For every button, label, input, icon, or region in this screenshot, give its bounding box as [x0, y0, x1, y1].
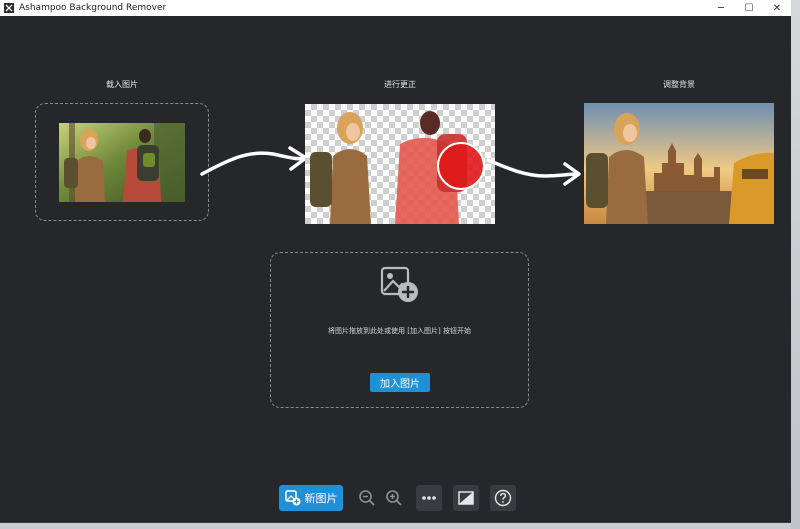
new-image-label: 新图片 — [304, 492, 338, 505]
more-icon — [422, 496, 436, 500]
zoom-in-button[interactable] — [381, 485, 407, 511]
arrow-icon-2 — [486, 158, 581, 186]
correction-photo — [305, 104, 495, 224]
minimize-button[interactable]: ─ — [707, 0, 735, 16]
background-photo — [584, 103, 774, 224]
step-background-label: 调整背景 — [663, 80, 695, 89]
app-logo-icon — [4, 3, 14, 13]
compare-button[interactable] — [453, 485, 479, 511]
close-button[interactable]: ✕ — [763, 0, 791, 16]
compare-icon — [458, 491, 474, 505]
app-window: Ashampoo Background Remover ─ ☐ ✕ 载入图片 进… — [0, 0, 791, 522]
title-bar: Ashampoo Background Remover ─ ☐ ✕ — [0, 0, 791, 16]
arrow-icon-1 — [200, 146, 308, 176]
step-load-label: 载入图片 — [106, 80, 138, 89]
new-image-button[interactable]: 新图片 — [279, 485, 343, 511]
original-photo — [59, 123, 185, 202]
window-title: Ashampoo Background Remover — [19, 3, 167, 13]
desktop-edge — [791, 0, 800, 529]
zoom-out-icon — [359, 490, 375, 506]
more-button[interactable] — [416, 485, 442, 511]
help-button[interactable] — [490, 485, 516, 511]
help-icon — [494, 489, 512, 507]
new-image-icon — [284, 490, 300, 506]
add-image-icon — [380, 266, 418, 302]
maximize-button[interactable]: ☐ — [735, 0, 763, 16]
step-correct-label: 进行更正 — [384, 80, 416, 89]
drop-zone-hint: 将图片拖放到此处或使用 [加入图片] 按钮开始 — [328, 327, 471, 335]
add-image-button[interactable]: 加入图片 — [370, 373, 430, 392]
zoom-out-button[interactable] — [354, 485, 380, 511]
zoom-in-icon — [386, 490, 402, 506]
